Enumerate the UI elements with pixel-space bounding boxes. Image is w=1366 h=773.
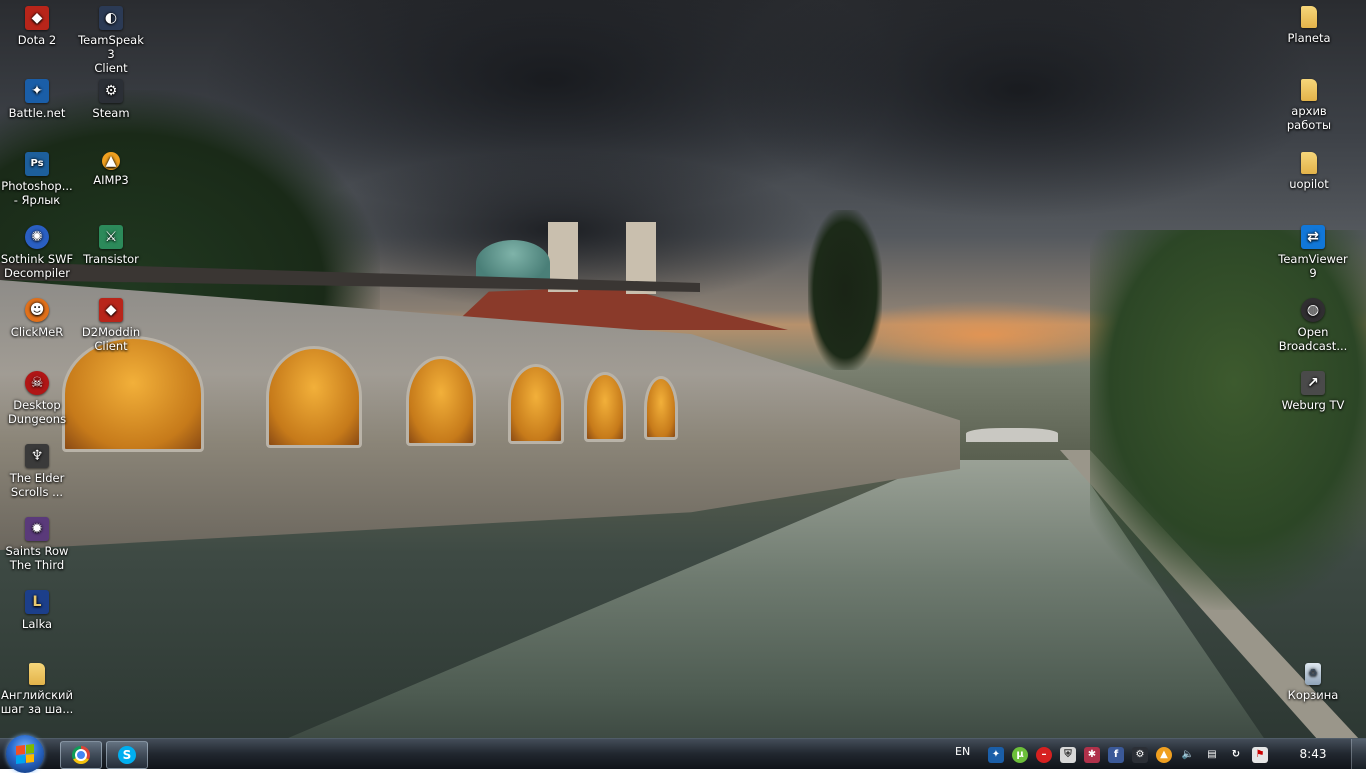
weburg-icon: ↗: [1301, 371, 1325, 395]
wallpaper-cloud: [720, 0, 1320, 220]
aimp-icon: ▲: [102, 152, 120, 170]
wallpaper-window: [266, 346, 362, 448]
desktop-icon-label: ClickMeR: [10, 325, 64, 339]
desktop-icon-archive[interactable]: архив работы: [1272, 79, 1346, 132]
desktop-icon-desktop-dungeons[interactable]: ☠ Desktop Dungeons: [0, 371, 74, 426]
desktop-icon-aimp[interactable]: ▲ AIMP3: [74, 152, 148, 187]
desktop-icon-label: uopilot: [1289, 177, 1329, 191]
facebook-icon[interactable]: f: [1108, 747, 1124, 763]
league-icon: L: [25, 590, 49, 614]
desktop-icon-obs[interactable]: ◍ Open Broadcast...: [1276, 298, 1350, 353]
desktop-icon-label: Photoshop... - Ярлык: [1, 179, 73, 207]
desktop-icon-label: D2Moddin Client: [81, 325, 141, 353]
sothink-icon: ✺: [25, 225, 49, 249]
action-center-flag-icon[interactable]: ⚑: [1252, 747, 1268, 763]
taskbar: S EN ✦ µ – ⛨ ✱ f ⚙ ▲ 🔈 ▤ ↻ ⚑ 8:43: [0, 735, 1366, 773]
dota-2-icon: ◆: [25, 6, 49, 30]
desktop-icon-recycle-bin[interactable]: ♻ Корзина: [1276, 663, 1350, 702]
wallpaper-window: [62, 336, 204, 452]
desktop-icon-planeta[interactable]: Planeta: [1272, 6, 1346, 45]
desktop-icon-label: Desktop Dungeons: [7, 398, 67, 426]
folder-icon: [1301, 6, 1317, 28]
desktop-icon-saints-row[interactable]: ✹ Saints Row The Third: [0, 517, 74, 572]
folder-icon: [29, 663, 45, 685]
desktop-icon-label: Saints Row The Third: [5, 544, 69, 572]
skype-icon: S: [118, 746, 136, 764]
battlenet-icon: ✦: [25, 79, 49, 103]
desktop-icon-elder-scrolls[interactable]: ♆ The Elder Scrolls ...: [0, 444, 74, 499]
d2moddin-icon: ◆: [99, 298, 123, 322]
clock[interactable]: 8:43: [1296, 747, 1330, 761]
wallpaper-window: [644, 376, 678, 440]
desktop-icon-label: архив работы: [1286, 104, 1332, 132]
desktop-icon-label: Корзина: [1287, 688, 1339, 702]
desktop-icon-d2moddin[interactable]: ◆ D2Moddin Client: [74, 298, 148, 353]
folder-icon: [1301, 152, 1317, 174]
wallpaper-tall-tree: [808, 210, 882, 370]
show-desktop-button[interactable]: [1351, 739, 1366, 769]
desktop-icon-steam[interactable]: ⚙ Steam: [74, 79, 148, 120]
desktop-icon-label: The Elder Scrolls ...: [9, 471, 65, 499]
desktop-icon-label: Battle.net: [8, 106, 66, 120]
no-entry-icon[interactable]: –: [1036, 747, 1052, 763]
desktop-icon-teamspeak[interactable]: ◐ TeamSpeak 3 Client: [74, 6, 148, 75]
network-icon[interactable]: ▤: [1204, 747, 1220, 763]
desktop-icon-sothink[interactable]: ✺ Sothink SWF Decompiler: [0, 225, 74, 280]
steam-icon[interactable]: ⚙: [1132, 747, 1148, 763]
teamviewer-icon: ⇄: [1301, 225, 1325, 249]
desktop-icon-label: Английский шаг за ша...: [0, 688, 74, 716]
desktop-icon-label: TeamViewer 9: [1278, 252, 1348, 280]
shield-icon[interactable]: ⛨: [1060, 747, 1076, 763]
pumpkin-icon: ☻: [25, 298, 49, 322]
steam-icon: ⚙: [99, 79, 123, 103]
desktop-icon-clickmer[interactable]: ☻ ClickMeR: [0, 298, 74, 339]
desktop-icon-teamviewer[interactable]: ⇄ TeamViewer 9: [1276, 225, 1350, 280]
desktop-icon-label: Steam: [92, 106, 130, 120]
desktop-dungeons-icon: ☠: [25, 371, 49, 395]
desktop-icon-label: Planeta: [1287, 31, 1331, 45]
taskbar-app-chrome[interactable]: [60, 741, 102, 769]
desktop-icon-label: Open Broadcast...: [1278, 325, 1348, 353]
network-spider-icon[interactable]: ✱: [1084, 747, 1100, 763]
desktop-icon-label: Transistor: [83, 252, 139, 266]
utorrent-icon[interactable]: µ: [1012, 747, 1028, 763]
desktop-icon-label: Sothink SWF Decompiler: [0, 252, 74, 280]
wallpaper-trees: [1090, 230, 1366, 610]
folder-icon: [1301, 79, 1317, 101]
wallpaper-window: [584, 372, 626, 442]
desktop-icon-label: Weburg TV: [1281, 398, 1345, 412]
wallpaper-window: [406, 356, 476, 446]
taskbar-app-skype[interactable]: S: [106, 741, 148, 769]
skyrim-icon: ♆: [25, 444, 49, 468]
photoshop-icon: Ps: [25, 152, 49, 176]
transistor-icon: ⚔: [99, 225, 123, 249]
desktop-icon-lalka[interactable]: L Lalka: [0, 590, 74, 631]
windows-logo-icon: [16, 744, 34, 764]
aimp-icon[interactable]: ▲: [1156, 747, 1172, 763]
battlenet-icon[interactable]: ✦: [988, 747, 1004, 763]
language-indicator[interactable]: EN: [955, 745, 970, 758]
obs-icon: ◍: [1301, 298, 1325, 322]
desktop-icon-photoshop[interactable]: Ps Photoshop... - Ярлык: [0, 152, 74, 207]
recycle-bin-icon: ♻: [1305, 663, 1321, 685]
desktop-icon-battlenet[interactable]: ✦ Battle.net: [0, 79, 74, 120]
wallpaper-bridge: [966, 428, 1058, 442]
desktop-icon-uopilot[interactable]: uopilot: [1272, 152, 1346, 191]
sync-icon[interactable]: ↻: [1228, 747, 1244, 763]
desktop-icon-transistor[interactable]: ⚔ Transistor: [74, 225, 148, 266]
desktop-icon-label: TeamSpeak 3 Client: [78, 33, 144, 75]
desktop-icon-label: Dota 2: [17, 33, 57, 47]
desktop-icon-label: Lalka: [21, 617, 53, 631]
saints-row-icon: ✹: [25, 517, 49, 541]
wallpaper-window: [508, 364, 564, 444]
desktop-icon-label: AIMP3: [93, 173, 129, 187]
chrome-icon: [72, 746, 90, 764]
desktop-icon-weburg[interactable]: ↗ Weburg TV: [1276, 371, 1350, 412]
teamspeak-icon: ◐: [99, 6, 123, 30]
desktop-icon-dota-2[interactable]: ◆ Dota 2: [0, 6, 74, 47]
volume-icon[interactable]: 🔈: [1180, 747, 1196, 763]
start-button[interactable]: [6, 735, 44, 773]
desktop-icon-english-folder[interactable]: Английский шаг за ша...: [0, 663, 74, 716]
desktop[interactable]: ◆ Dota 2 ◐ TeamSpeak 3 Client ✦ Battle.n…: [0, 0, 1366, 738]
